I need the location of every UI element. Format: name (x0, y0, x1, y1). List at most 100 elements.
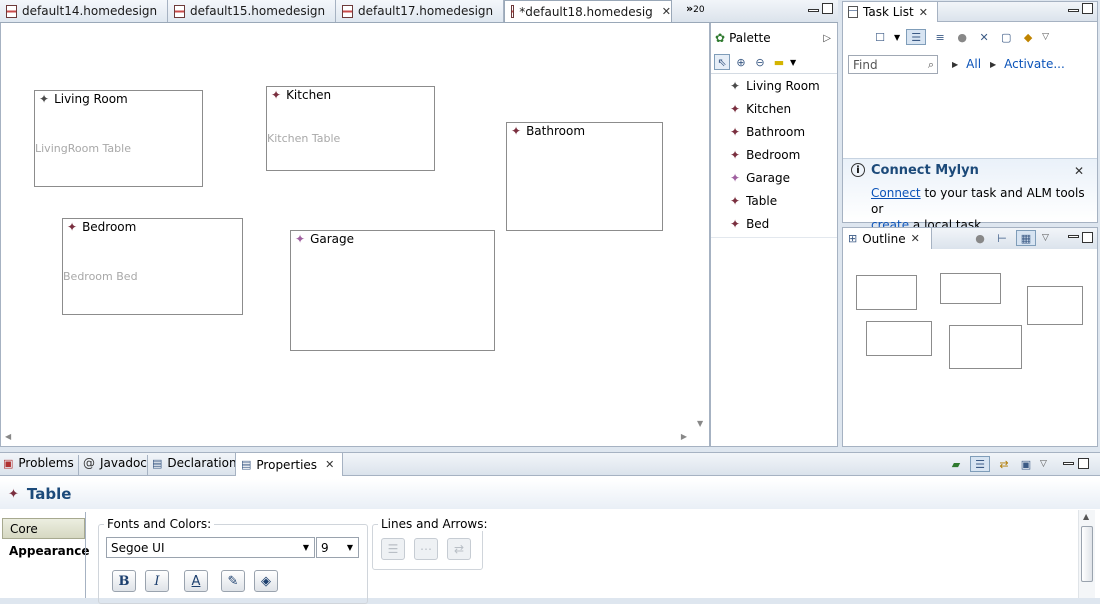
close-icon[interactable]: ✕ (662, 5, 671, 18)
activate-link[interactable]: ▶ Activate... (990, 57, 1065, 71)
scroll-down-arrow[interactable]: ▼ (697, 419, 703, 428)
chevron-down-icon[interactable]: ▼ (894, 33, 900, 42)
tree-icon[interactable]: ⊢ (994, 230, 1010, 246)
palette-item-bathroom[interactable]: ✦ Bathroom (730, 125, 805, 139)
maximize-icon[interactable] (1082, 232, 1093, 243)
maximize-icon[interactable] (822, 3, 833, 14)
tab-problems[interactable]: ▣ Problems (3, 456, 74, 470)
focus-icon[interactable]: ● (972, 230, 988, 246)
scroll-up-arrow[interactable]: ▲ (1083, 512, 1089, 521)
palette-item-garage[interactable]: ✦ Garage (730, 171, 790, 185)
palette-item-bed[interactable]: ✦ Bed (730, 217, 769, 231)
editor-tab-1[interactable]: default14.homedesign (0, 0, 168, 22)
node-kitchen[interactable]: ✦ Kitchen Kitchen Table (266, 86, 435, 171)
editor-tab-2[interactable]: default15.homedesign (168, 0, 336, 22)
room-star-icon: ✦ (511, 124, 522, 138)
palette-item-bedroom[interactable]: ✦ Bedroom (730, 148, 800, 162)
tab-overflow-button[interactable]: »20 (686, 2, 705, 15)
editor-tab-3[interactable]: default17.homedesign (336, 0, 504, 22)
outline-overview[interactable] (846, 254, 1096, 399)
node-content: Kitchen Table (267, 132, 341, 145)
view-menu-icon[interactable]: ▽ (1042, 32, 1049, 42)
palette-item-table[interactable]: ✦ Table (730, 194, 777, 208)
collapse-all-icon[interactable]: ✕ (976, 29, 992, 45)
minimize-icon[interactable] (808, 9, 819, 12)
close-icon[interactable]: ✕ (911, 232, 920, 245)
line-dash-button[interactable]: ⋯ (414, 538, 438, 560)
room-star-icon: ✦ (67, 220, 78, 234)
chevron-down-icon: ▼ (346, 543, 353, 552)
categorized-icon[interactable]: ☰ (906, 29, 927, 45)
node-bedroom[interactable]: ✦ Bedroom Bedroom Bed (62, 218, 243, 315)
node-living-room[interactable]: ✦ Living Room LivingRoom Table (34, 90, 203, 187)
categories-icon[interactable]: ☰ (970, 456, 990, 472)
chevron-down-icon[interactable]: ▼ (790, 58, 796, 67)
font-color-button[interactable]: A (184, 570, 208, 592)
close-icon[interactable]: ✕ (919, 6, 928, 19)
palette-item-kitchen[interactable]: ✦ Kitchen (730, 102, 791, 116)
restore-icon[interactable]: ▣ (1018, 456, 1034, 472)
outline-toolbar: ● ⊢ ▦ ▽ (972, 230, 1049, 246)
editor-tab-active[interactable]: *default18.homedesig ✕ (504, 0, 672, 22)
filter-icon[interactable]: ⇄ (996, 456, 1012, 472)
palette-item-label: Bedroom (746, 148, 801, 162)
pin-icon[interactable]: ▰ (948, 456, 964, 472)
close-icon[interactable]: ✕ (325, 458, 334, 471)
view-menu-icon[interactable]: ▽ (1042, 233, 1049, 243)
palette-item-label: Table (746, 194, 778, 208)
focus-icon[interactable]: ● (954, 29, 970, 45)
room-star-icon: ✦ (730, 148, 741, 162)
palette-bottom-divider (711, 237, 837, 238)
font-size-select[interactable]: 9 ▼ (316, 537, 359, 558)
horizontal-scrollbar[interactable]: ◀ ▶ (1, 430, 693, 446)
tasklist-tab[interactable]: Task List ✕ (843, 2, 938, 22)
info-icon: i (851, 163, 865, 177)
font-family-select[interactable]: Segoe UI ▼ (106, 537, 315, 558)
scheduled-icon[interactable]: ≡ (932, 29, 948, 45)
overview-icon[interactable]: ▦ (1016, 230, 1036, 246)
scroll-thumb[interactable] (1081, 526, 1093, 582)
side-tab-appearance[interactable]: Appearance (2, 540, 90, 562)
tab-javadoc[interactable]: @ Javadoc (83, 456, 147, 470)
minimize-icon[interactable] (1068, 235, 1079, 238)
font-size-value: 9 (321, 540, 329, 555)
minimize-icon[interactable] (1063, 462, 1074, 465)
scroll-left-arrow[interactable]: ◀ (5, 432, 11, 441)
tab-divider (78, 455, 79, 475)
line-style-button[interactable]: ☰ (381, 538, 405, 560)
repository-icon[interactable]: ◆ (1020, 29, 1036, 45)
find-field[interactable]: Find ⌕ (848, 55, 938, 74)
italic-button[interactable]: I (145, 570, 169, 592)
node-garage[interactable]: ✦ Garage (290, 230, 495, 351)
expand-arrow-icon[interactable]: ▷ (823, 33, 831, 44)
maximize-icon[interactable] (1078, 458, 1089, 469)
palette-item-label: Garage (746, 171, 791, 185)
tab-declaration[interactable]: ▤ Declaration (152, 456, 237, 470)
fill-color-button[interactable]: ◈ (254, 570, 278, 592)
line-color-button[interactable]: ✎ (221, 570, 245, 592)
select-arrow-icon[interactable]: ⇖ (714, 54, 730, 70)
connect-link[interactable]: Connect (871, 186, 921, 200)
scroll-right-arrow[interactable]: ▶ (681, 432, 687, 441)
arrow-style-button[interactable]: ⇄ (447, 538, 471, 560)
palette-item-living-room[interactable]: ✦ Living Room (730, 79, 820, 93)
tab-properties[interactable]: ▤ Properties ✕ (235, 453, 343, 476)
room-star-icon: ✦ (730, 102, 741, 116)
outline-tab[interactable]: ⊞ Outline ✕ (843, 228, 932, 249)
all-link[interactable]: ▶ All (952, 57, 981, 71)
minimize-icon[interactable] (1068, 9, 1079, 12)
new-task-icon[interactable]: ☐ (872, 29, 888, 45)
note-icon[interactable]: ▬ (771, 54, 787, 70)
zoom-in-icon[interactable]: ⊕ (733, 54, 749, 70)
bold-button[interactable]: B (112, 570, 136, 592)
close-icon[interactable]: ✕ (1074, 164, 1084, 178)
view-menu-icon[interactable]: ▽ (1040, 459, 1047, 469)
palette-toolbar: ⇖ ⊕ ⊖ ▬ ▼ (714, 52, 834, 72)
side-tab-core[interactable]: Core (2, 518, 85, 539)
properties-scrollbar[interactable]: ▲ (1078, 510, 1095, 598)
zoom-out-icon[interactable]: ⊖ (752, 54, 768, 70)
sync-icon[interactable]: ▢ (998, 29, 1014, 45)
node-bathroom[interactable]: ✦ Bathroom (506, 122, 663, 231)
vertical-scrollbar[interactable]: ▼ (693, 24, 709, 430)
maximize-icon[interactable] (1082, 3, 1093, 14)
